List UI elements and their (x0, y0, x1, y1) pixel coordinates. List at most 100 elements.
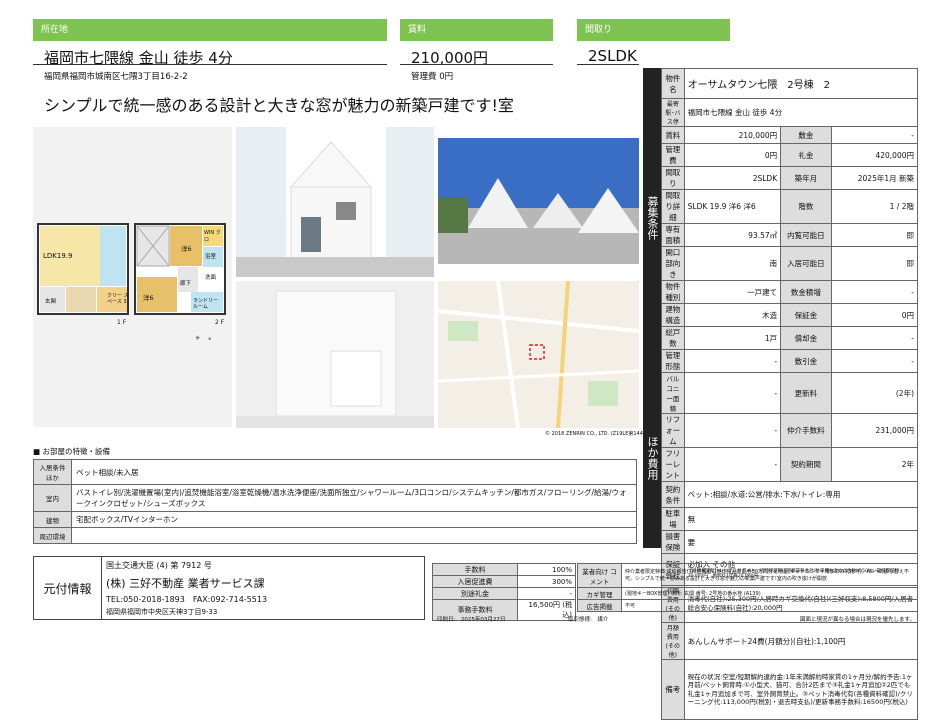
spec-renewal-fee: (2年) (830, 372, 919, 414)
feature-label: 周辺環境 (33, 527, 72, 544)
feature-row: 入居条件ほか ペット相談/未入居 (33, 459, 637, 485)
spec-label-monthly-cost: 月額費用(その他) (661, 622, 685, 660)
spec-brokerage: 231,000円 (830, 413, 919, 448)
floorplan-win: WIN クロ (204, 230, 221, 243)
spec-label-deduction: 敷引金 (780, 349, 832, 373)
floorplan-bath: 浴室 (205, 254, 217, 260)
spec-units: - (830, 280, 919, 304)
feature-label: 入居条件ほか (33, 459, 72, 485)
spec-opening: 南 (683, 246, 782, 281)
spec-parking: 無 (683, 507, 919, 531)
fee-label: 手数料 (432, 563, 518, 576)
deal-type: 取引態様: 媒介 (568, 617, 609, 623)
feature-row: 室内 バストイレ別/洗濯機置場(室内)/追焚機能浴室/浴室乾燥機/温水洗浄便座/洗… (33, 484, 637, 512)
agent-address: 福岡県福岡市中央区天神3丁目9-33 (106, 608, 218, 616)
spec-type: 一戸建て (683, 280, 782, 304)
spec-layout: 2SLDK (683, 166, 782, 190)
spec-total-units: 1戸 (683, 326, 782, 350)
spec-label-built: 築年月 (780, 166, 832, 190)
spec-label-parking: 駐車場 (661, 507, 685, 531)
spec-label-type: 物件種別 (661, 280, 685, 304)
features-heading: ■ お部屋の特徴・設備 (33, 447, 110, 456)
fee-label: 別途礼金 (432, 587, 518, 600)
floorplan-entrance: 玄関 (45, 299, 57, 305)
spec-mgmt: 0円 (683, 143, 782, 167)
spec-layout-detail: SLDK 19.9 洋6 洋6 (683, 189, 782, 224)
spec-label-key-money: 礼金 (780, 143, 832, 167)
spec-label-deposit: 敷金 (780, 126, 832, 144)
layout-value: 2SLDK (588, 47, 637, 65)
spec-free-rent: - (683, 447, 782, 482)
spec-built: 2025年1月 新築 (830, 166, 919, 190)
spec-label-remarks: 備考 (661, 659, 685, 720)
spec-monthly-cost: あんしんサポート24費(月額分)(自社):1,100円 (683, 622, 919, 660)
spec-remarks: 現在の状況:空室/短期解約違約金:1年未満解約時家賃の1ヶ月分/解約予告:1ヶ月… (683, 659, 919, 720)
fees-table: 手数料 100% 入居促進費 300% 別途礼金 - 事務手数料 16,500円 (税込… (432, 563, 576, 621)
spec-label-area: 専有面積 (661, 223, 685, 247)
spec-label-renewal-fee: 更新料 (780, 372, 832, 414)
note-label: カギ管理 (577, 587, 622, 600)
spec-rent: 210,000円 (683, 126, 782, 144)
spec-insurance: 要 (683, 530, 919, 554)
fee-value: 16,500円 (税込) (517, 599, 576, 621)
feature-label: 室内 (33, 484, 72, 512)
note-label: 業者向け コメント (577, 563, 622, 588)
spec-contract-terms: ペット:相談/水道:公営/排水:下水/トイレ:専用 (683, 481, 919, 508)
spec-deposit: - (830, 126, 919, 144)
disclaimer: 図面と現況が異なる場合は現況を優先します。 (800, 617, 915, 623)
mgmt-fee: 管理費 0円 (411, 72, 454, 82)
spec-floor: 1 / 2階 (830, 189, 919, 224)
spec-label-balcony: バルコニー面積 (661, 372, 685, 414)
svg-text:⊕: ⊕ (208, 336, 211, 341)
spec-label-contract-period: 契約期間 (780, 447, 832, 482)
spec-label-move-in: 入居可能日 (780, 246, 832, 281)
recruit-terms-label: 募集条件 (643, 68, 661, 368)
other-costs-label: ほか費用 (643, 368, 661, 548)
spec-area: 93.57㎡ (683, 223, 782, 247)
floorplan-hall: 廊下 (180, 281, 192, 287)
layout-tab: 間取り (577, 19, 730, 41)
floorplan-2f: 2 F (215, 319, 225, 326)
spec-deduction: - (830, 349, 919, 373)
spec-station: 福岡市七隈線 金山 徒歩 4分 (683, 98, 919, 127)
spec-label-opening: 開口部向き (661, 246, 685, 281)
exterior-photo (236, 127, 434, 277)
agent-license: 国土交通大臣 (4) 第 7912 号 (106, 561, 212, 570)
feature-value (71, 527, 637, 544)
feature-value: ペット相談/未入居 (71, 459, 637, 485)
spec-label-mgmt: 管理費 (661, 143, 685, 167)
spec-label-station: 最寄駅･バス停 (661, 98, 685, 127)
agent-company: (株) 三好不動産 業者サービス課 (106, 577, 265, 590)
spec-structure: 木造 (683, 303, 782, 327)
map-copyright-text: © 2018 ZENRIN CO., LTD. (Z19LE第1442号) (545, 431, 654, 437)
svg-text:✳: ✳ (195, 335, 200, 342)
spec-move-in: 即 (830, 246, 919, 281)
feature-value: バストイレ別/洗濯機置場(室内)/追焚機能浴室/浴室乾燥機/温水洗浄便座/洗面所… (71, 484, 637, 512)
fee-label: 入居促進費 (432, 575, 518, 588)
fee-value: 100% (517, 563, 576, 576)
spec-guarantee: 0円 (830, 303, 919, 327)
map-image: © 2018 ZENRIN CO., LTD. (Z19LE第1442号) (438, 281, 639, 428)
spec-property-name: オーサムタウン七隈 2号棟 2 (683, 68, 919, 99)
spec-label-reform: リフォーム (661, 413, 685, 448)
spec-label-free-rent: フリーレント (661, 447, 685, 482)
note-label: 広告掲載 (577, 599, 622, 612)
rent-tab: 賃料 (400, 19, 553, 41)
spec-label-amortize: 償却金 (780, 326, 832, 350)
floorplan-ldk: LDK19.9 (43, 252, 73, 260)
spec-label-floor: 階数 (780, 189, 832, 224)
print-date: 印刷日: 2025年03月27日 (437, 617, 506, 623)
spec-label-units: 数金積増 (780, 280, 832, 304)
street-photo (438, 138, 639, 264)
fee-value: 300% (517, 575, 576, 588)
floorplan-1f: 1 F (117, 319, 127, 326)
floorplan-lav: 洗面 (205, 275, 217, 281)
spec-label-contract-terms: 契約条件 (661, 481, 685, 508)
agent-tel: TEL:050-2018-1893 FAX:092-714-5513 (106, 595, 268, 604)
spec-mgmt-form: - (683, 349, 782, 373)
floorplan-laundry: ランドリー ルーム (193, 298, 219, 310)
spec-label-layout-detail: 間取り詳細 (661, 189, 685, 224)
spec-balcony: - (683, 372, 782, 414)
spec-reform: - (683, 413, 782, 448)
spec-label-rent: 賃料 (661, 126, 685, 144)
